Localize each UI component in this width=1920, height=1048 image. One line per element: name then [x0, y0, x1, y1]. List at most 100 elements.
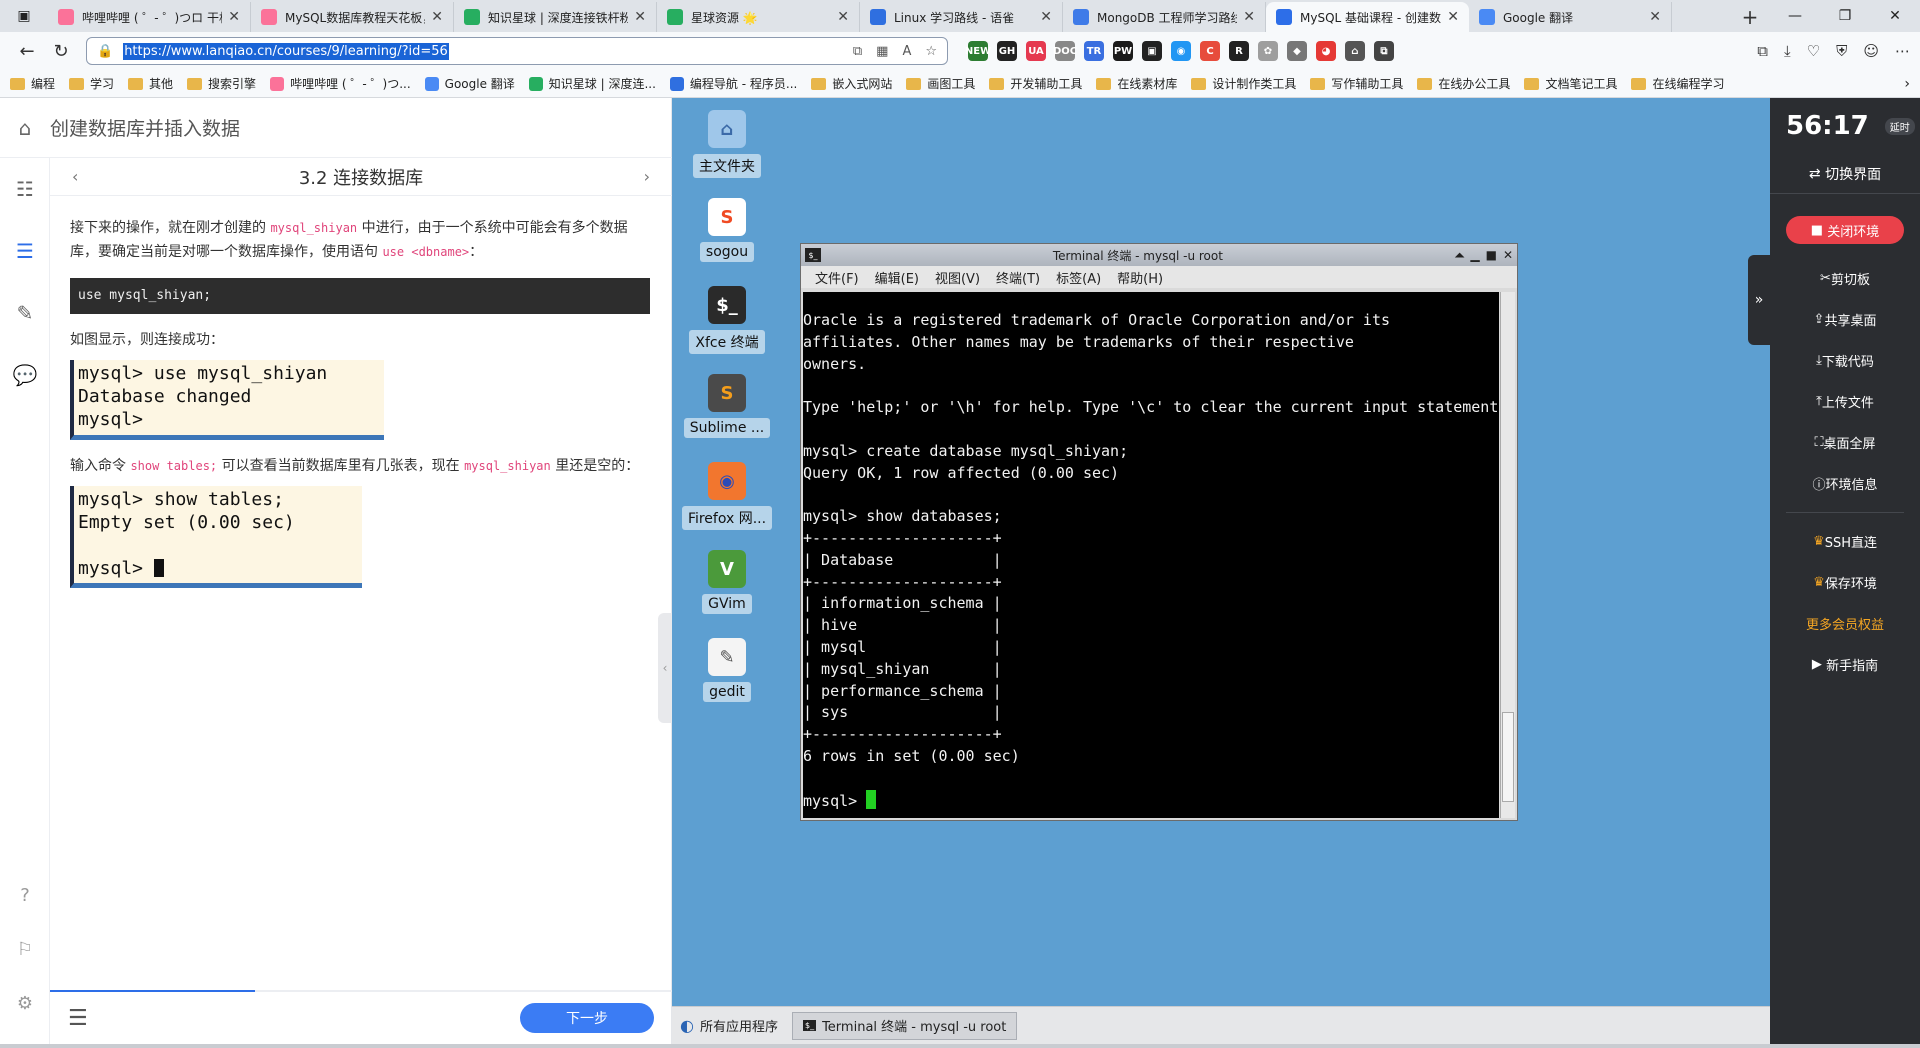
downloads-icon[interactable]: ⤓: [1784, 42, 1791, 60]
terminal-menu-item[interactable]: 文件(F): [815, 268, 859, 287]
bookmark-item[interactable]: 设计制作类工具: [1191, 75, 1296, 92]
desktop-icon[interactable]: ⌂ 主文件夹: [682, 110, 772, 178]
tab-3[interactable]: 星球资源 🌟 ✕: [657, 2, 860, 32]
minimize-icon[interactable]: —: [1770, 0, 1820, 32]
taskbar-terminal-item[interactable]: $_ Terminal 终端 - mysql -u root: [791, 1011, 1018, 1040]
tab-actions-icon[interactable]: ▣: [0, 0, 48, 32]
terminal-scrollbar[interactable]: [1500, 292, 1515, 818]
more-benefits-link[interactable]: 更多会员权益: [1770, 603, 1920, 644]
more-icon[interactable]: ⋯: [1895, 42, 1910, 60]
minimize-icon[interactable]: ▁: [1470, 248, 1479, 263]
next-chapter-icon[interactable]: ›: [644, 167, 650, 186]
extension-icon[interactable]: ◕: [1316, 41, 1336, 61]
favorite-star-icon[interactable]: ☆: [925, 44, 937, 59]
bookmark-item[interactable]: 学习: [69, 75, 114, 92]
extension-icon[interactable]: UA: [1026, 41, 1046, 61]
side-item[interactable]: ⛶ 桌面全屏: [1770, 422, 1920, 463]
desktop-icon[interactable]: $_ Xfce 终端: [682, 286, 772, 354]
extension-icon[interactable]: DOC: [1053, 41, 1077, 61]
side-item[interactable]: ⤒ 上传文件: [1770, 381, 1920, 422]
menu-list-icon[interactable]: ☰: [68, 1006, 88, 1031]
close-env-button[interactable]: ■ 关闭环境: [1786, 216, 1904, 244]
bookmark-item[interactable]: 写作辅助工具: [1310, 75, 1403, 92]
close-tab-icon[interactable]: ✕: [634, 9, 646, 25]
extension-icon[interactable]: GH: [997, 41, 1017, 61]
bookmark-item[interactable]: 在线素材库: [1096, 75, 1177, 92]
prev-chapter-icon[interactable]: ‹: [72, 167, 78, 186]
close-tab-icon[interactable]: ✕: [1243, 9, 1255, 25]
bookmark-item[interactable]: 开发辅助工具: [989, 75, 1082, 92]
close-tab-icon[interactable]: ✕: [837, 9, 849, 25]
catalog-icon[interactable]: ☷: [0, 158, 50, 220]
side-item[interactable]: ⇪ 共享桌面: [1770, 299, 1920, 340]
close-icon[interactable]: ✕: [1503, 248, 1513, 263]
code-block[interactable]: use mysql_shiyan;: [70, 278, 650, 314]
document-list-icon[interactable]: ☰: [0, 220, 50, 282]
back-icon[interactable]: ←: [10, 36, 44, 66]
vip-item[interactable]: ♛ 保存环境: [1770, 562, 1920, 603]
lock-icon[interactable]: 🔒: [97, 44, 113, 59]
extension-icon[interactable]: ◉: [1171, 41, 1191, 61]
terminal-titlebar[interactable]: $_ Terminal 终端 - mysql -u root ⏶ ▁ ■ ✕: [801, 244, 1517, 266]
extension-icon[interactable]: C: [1200, 41, 1220, 61]
new-tab-button[interactable]: +: [1730, 2, 1770, 32]
side-item[interactable]: ⤓ 下载代码: [1770, 340, 1920, 381]
chevron-right-icon[interactable]: ›: [1904, 76, 1910, 92]
extension-icon[interactable]: ✿: [1258, 41, 1278, 61]
bookmark-item[interactable]: 知识星球 | 深度连...: [528, 75, 656, 92]
desktop-icon[interactable]: ◉ Firefox 网...: [681, 462, 773, 530]
bookmark-item[interactable]: 画图工具: [906, 75, 975, 92]
guide-button[interactable]: ▶ 新手指南: [1770, 644, 1920, 685]
bookmark-item[interactable]: 编程导航 - 程序员...: [669, 75, 797, 92]
scroll-thumb[interactable]: [1502, 712, 1514, 802]
maximize-icon[interactable]: ■: [1486, 248, 1497, 263]
shade-icon[interactable]: ⏶: [1455, 248, 1465, 263]
heart-icon[interactable]: ♡: [1807, 42, 1820, 60]
close-tab-icon[interactable]: ✕: [1447, 9, 1459, 25]
vip-item[interactable]: ♛ SSH直连: [1770, 521, 1920, 562]
desktop-icon[interactable]: ✎ gedit: [682, 638, 772, 702]
tab-1[interactable]: MySQL数据库教程天花板， ✕: [251, 2, 454, 32]
tools-icon[interactable]: ⚙: [0, 976, 50, 1030]
tab-4[interactable]: Linux 学习路线 - 语雀 ✕: [860, 2, 1063, 32]
close-tab-icon[interactable]: ✕: [1649, 9, 1661, 25]
tab-5[interactable]: MongoDB 工程师学习路线 ✕: [1063, 2, 1266, 32]
terminal-menu-item[interactable]: 帮助(H): [1117, 268, 1163, 287]
collections-icon[interactable]: ⧉: [1757, 42, 1768, 60]
extension-icon[interactable]: ▣: [1142, 41, 1162, 61]
close-tab-icon[interactable]: ✕: [431, 9, 443, 25]
read-aloud-icon[interactable]: A: [902, 44, 911, 59]
bookmark-item[interactable]: 其他: [128, 75, 173, 92]
refresh-icon[interactable]: ↻: [44, 36, 78, 66]
bookmark-item[interactable]: 哔哩哔哩 ( ゜- ゜)つ...: [270, 75, 411, 92]
extension-icon[interactable]: TR: [1084, 41, 1104, 61]
bookmark-item[interactable]: 文档笔记工具: [1524, 75, 1617, 92]
note-edit-icon[interactable]: ✎: [0, 282, 50, 344]
terminal-output[interactable]: Oracle is a registered trademark of Orac…: [803, 292, 1499, 818]
help-icon[interactable]: ?: [0, 868, 50, 922]
terminal-menu-item[interactable]: 终端(T): [996, 268, 1040, 287]
terminal-menu-item[interactable]: 标签(A): [1056, 268, 1101, 287]
extension-icon[interactable]: ◆: [1287, 41, 1307, 61]
extension-icon[interactable]: NEW: [965, 41, 991, 61]
restore-icon[interactable]: ❐: [1820, 0, 1870, 32]
extension-icon[interactable]: PW: [1113, 41, 1133, 61]
bookmark-item[interactable]: 搜索引擎: [187, 75, 256, 92]
extend-time-button[interactable]: 延时: [1884, 117, 1915, 135]
terminal-menu-item[interactable]: 视图(V): [935, 268, 980, 287]
desktop-icon[interactable]: V GVim: [682, 550, 772, 614]
desktop-icon[interactable]: Ssogou: [682, 198, 772, 262]
switch-layout-button[interactable]: ⇄ 切换界面: [1770, 154, 1920, 194]
bookmark-item[interactable]: 在线办公工具: [1417, 75, 1510, 92]
home-icon[interactable]: ⌂: [0, 116, 50, 140]
bookmark-item[interactable]: Google 翻译: [424, 75, 515, 92]
bookmark-item[interactable]: 编程: [10, 75, 55, 92]
all-apps-button[interactable]: ◐ 所有应用程序: [680, 1016, 778, 1035]
terminal-menu-item[interactable]: 编辑(E): [875, 268, 919, 287]
report-icon[interactable]: ⚐: [0, 922, 50, 976]
desktop-icon[interactable]: S Sublime ...: [682, 374, 772, 438]
next-step-button[interactable]: 下一步: [520, 1003, 654, 1033]
tab-0[interactable]: 哔哩哔哩 ( ゜- ゜)つロ 干杯 ✕: [48, 2, 251, 32]
profile-icon[interactable]: ☺: [1863, 42, 1879, 60]
bookmark-item[interactable]: 在线编程学习: [1631, 75, 1724, 92]
